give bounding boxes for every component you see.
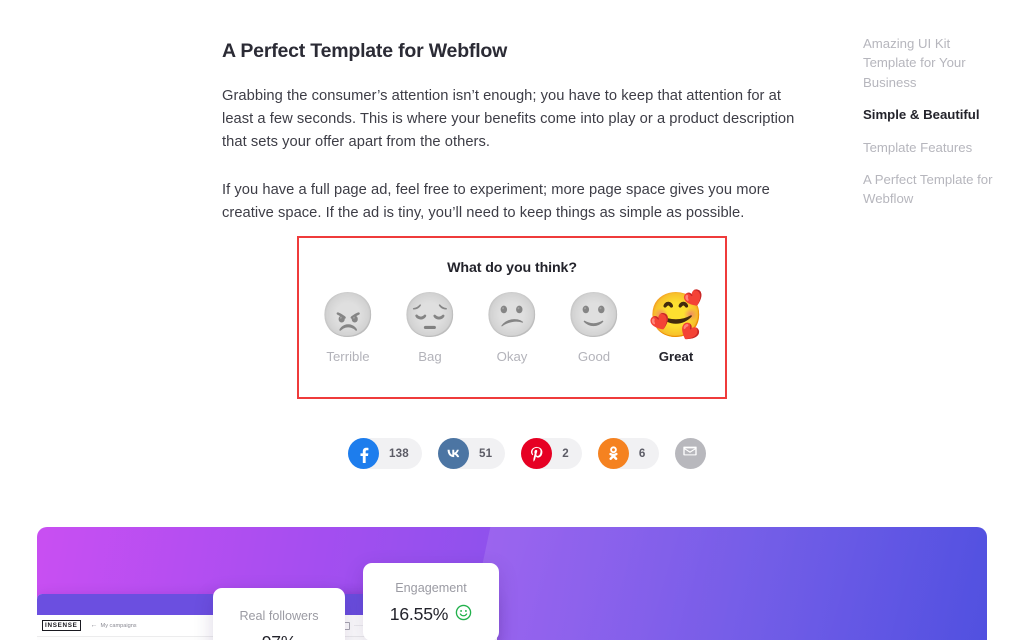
stat-value-real-followers: 97% <box>213 632 345 640</box>
toc-item-1[interactable]: Simple & Beautiful <box>863 105 1003 124</box>
rating-options: 😠 Terrible 😔 Bag 😕 Okay 🙂 Good 🥰 Great <box>299 291 725 365</box>
page-root: A Perfect Template for Webflow Grabbing … <box>0 0 1024 640</box>
back-link-label: My campaigns <box>100 622 137 629</box>
toc-item-2[interactable]: Template Features <box>863 138 1003 157</box>
rating-widget: What do you think? 😠 Terrible 😔 Bag 😕 Ok… <box>297 236 727 399</box>
promo-banner: INSENSE ← My campaigns ····· Real follow… <box>37 527 987 640</box>
rating-option-great[interactable]: 🥰 Great <box>648 291 705 365</box>
social-share-row: 138 51 2 6 <box>348 438 706 469</box>
stat-value-engagement: 16.55% <box>389 604 449 624</box>
stat-card-real-followers: Real followers 97% <box>213 588 345 640</box>
angry-face-icon: 😠 <box>320 291 376 340</box>
slightly-smiling-face-icon: 🙂 <box>566 291 622 340</box>
rating-label-okay: Okay <box>496 349 528 364</box>
rating-label-terrible: Terrible <box>326 349 370 364</box>
facebook-icon <box>348 438 379 469</box>
toc-item-0[interactable]: Amazing UI Kit Template for Your Busines… <box>863 34 1003 92</box>
rating-option-good[interactable]: 🙂 Good <box>566 291 623 365</box>
back-arrow-icon: ← <box>90 622 98 629</box>
stat-label-real-followers: Real followers <box>239 609 319 623</box>
article-paragraph-2: If you have a full page ad, feel free to… <box>222 182 770 222</box>
share-button-odnoklassniki[interactable]: 6 <box>597 438 659 469</box>
share-button-vk[interactable]: 51 <box>437 438 506 469</box>
stat-label-engagement: Engagement <box>395 581 467 595</box>
page-title: A Perfect Template for Webflow <box>222 40 508 62</box>
rating-option-okay[interactable]: 😕 Okay <box>484 291 541 365</box>
share-button-email[interactable] <box>674 438 706 469</box>
share-button-facebook[interactable]: 138 <box>348 438 422 469</box>
smiling-face-with-hearts-icon: 🥰 <box>648 291 704 340</box>
banner-sheen-decoration <box>451 527 987 640</box>
stat-card-engagement: Engagement 16.55% <box>363 563 499 640</box>
odnoklassniki-icon <box>597 438 629 469</box>
rating-option-terrible[interactable]: 😠 Terrible <box>320 291 377 365</box>
toc-item-3[interactable]: A Perfect Template for Webflow <box>863 170 1003 209</box>
green-smiley-icon <box>455 604 472 625</box>
article-content: A Perfect Template for Webflow Grabbing … <box>222 38 802 225</box>
share-count-vk: 51 <box>478 447 493 460</box>
article-paragraph-1: Grabbing the consumer’s attention isn’t … <box>222 88 795 150</box>
share-count-pinterest: 2 <box>562 447 569 460</box>
envelope-icon <box>682 443 698 464</box>
pinterest-icon <box>521 438 553 469</box>
sad-face-icon: 😔 <box>402 291 458 340</box>
rating-label-great: Great <box>658 349 694 364</box>
confused-face-icon: 😕 <box>484 291 540 340</box>
rating-label-good: Good <box>577 349 611 364</box>
share-count-odnoklassniki: 6 <box>638 447 646 460</box>
table-of-contents: Amazing UI Kit Template for Your Busines… <box>863 34 1003 222</box>
insense-logo: INSENSE <box>42 620 81 631</box>
vk-icon <box>437 438 469 469</box>
share-button-pinterest[interactable]: 2 <box>521 438 582 469</box>
rating-question: What do you think? <box>447 260 577 276</box>
stat-value-row-engagement: 16.55% <box>363 604 499 625</box>
rating-option-bag[interactable]: 😔 Bag <box>402 291 459 365</box>
share-count-facebook: 138 <box>389 447 409 460</box>
rating-label-bag: Bag <box>418 349 442 364</box>
back-to-campaigns-link[interactable]: ← My campaigns <box>91 622 137 629</box>
